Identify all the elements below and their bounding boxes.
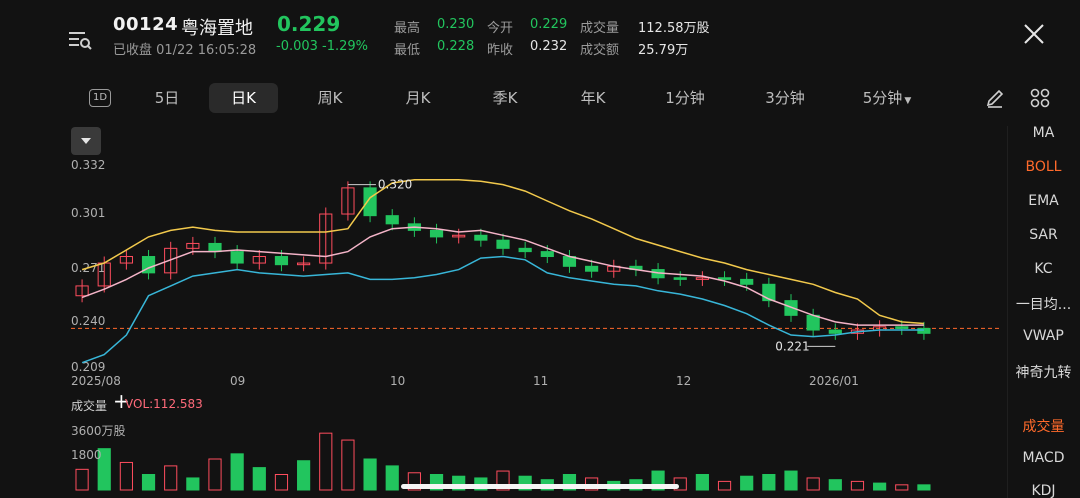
high-annotation: 0.320 bbox=[378, 178, 412, 192]
candle-body bbox=[585, 265, 599, 272]
volume-bar bbox=[363, 458, 377, 491]
volume-bar bbox=[917, 484, 931, 491]
volume-bar bbox=[319, 432, 333, 491]
kline-chart[interactable]: 0.320 0.221 bbox=[0, 0, 1007, 498]
volume-bar bbox=[341, 439, 355, 491]
candle-body bbox=[518, 247, 532, 253]
home-indicator bbox=[401, 484, 679, 489]
volume-bar bbox=[762, 474, 776, 491]
volume-bar bbox=[695, 474, 709, 491]
volume-bar bbox=[297, 460, 311, 491]
volume-bar bbox=[850, 480, 865, 491]
candle-body bbox=[740, 278, 754, 285]
indicator-ema[interactable]: EMA bbox=[1007, 193, 1080, 209]
volume-bar bbox=[717, 480, 732, 491]
candle-body bbox=[673, 277, 687, 280]
candle-body bbox=[429, 229, 444, 238]
volume-bar bbox=[806, 477, 820, 491]
volume-bar bbox=[784, 470, 798, 491]
volume-bar bbox=[252, 467, 266, 491]
candle-body bbox=[895, 326, 909, 329]
volume-bar bbox=[895, 484, 909, 491]
volume-bar bbox=[186, 477, 200, 491]
close-icon[interactable] bbox=[1020, 20, 1048, 48]
indicator-kdj[interactable]: KDJ bbox=[1007, 483, 1080, 498]
indicator-volume[interactable]: 成交量 bbox=[1007, 416, 1080, 436]
volume-bar bbox=[164, 465, 178, 491]
indicator-kc[interactable]: KC bbox=[1007, 261, 1080, 277]
volume-bar bbox=[75, 468, 89, 491]
low-annotation: 0.221 bbox=[775, 339, 809, 353]
candle-body bbox=[230, 251, 244, 264]
volume-bar bbox=[230, 453, 244, 491]
indicator-vwap[interactable]: VWAP bbox=[1007, 328, 1080, 344]
candle-body bbox=[208, 242, 222, 253]
candle-body bbox=[474, 234, 488, 241]
volume-panel-label: 成交量 bbox=[71, 399, 108, 413]
volume-bar bbox=[828, 479, 842, 491]
indicator-grid-icon[interactable] bbox=[1030, 88, 1050, 108]
volume-bar bbox=[208, 458, 222, 491]
candle-body bbox=[496, 239, 510, 249]
volume-value-label: VOL:112.583 bbox=[125, 397, 203, 411]
volume-bar bbox=[141, 474, 156, 491]
candle-body bbox=[828, 329, 842, 334]
volume-y-tick: 3600万股 bbox=[71, 424, 126, 438]
indicator-td-sequential[interactable]: 神奇九转 bbox=[1007, 362, 1080, 382]
indicator-macd[interactable]: MACD bbox=[1007, 450, 1080, 466]
indicator-sar[interactable]: SAR bbox=[1007, 227, 1080, 243]
volume-bar bbox=[740, 475, 754, 491]
volume-y-tick: 1800 bbox=[71, 448, 102, 462]
candle-body bbox=[717, 277, 732, 280]
volume-bar bbox=[385, 465, 399, 491]
candle-body bbox=[806, 314, 820, 331]
candle-body bbox=[917, 327, 931, 334]
indicator-ma[interactable]: MA bbox=[1007, 125, 1080, 141]
volume-bar bbox=[119, 461, 133, 491]
candle-body bbox=[363, 187, 377, 217]
indicator-boll[interactable]: BOLL bbox=[1007, 159, 1080, 175]
candle-body bbox=[385, 215, 399, 225]
indicator-ichimoku[interactable]: 一目均... bbox=[1007, 294, 1080, 314]
volume-bar bbox=[873, 482, 887, 491]
candle-body bbox=[540, 251, 554, 258]
volume-bar bbox=[274, 474, 289, 491]
candle-body bbox=[274, 256, 289, 266]
